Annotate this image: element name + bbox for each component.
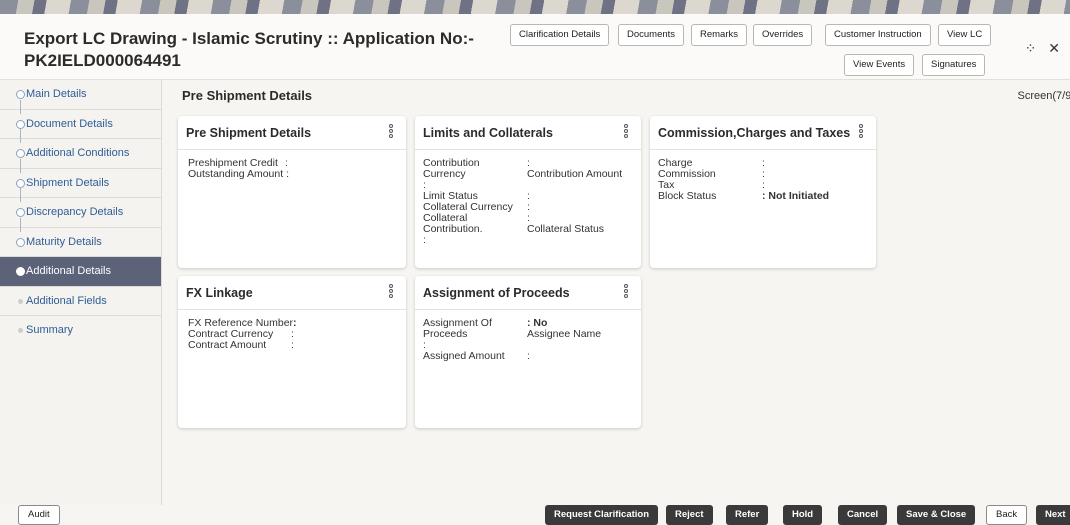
- step-connector: [20, 188, 21, 202]
- block-status-value: : Not Initiated: [762, 190, 830, 202]
- more-options-icon[interactable]: [624, 124, 629, 140]
- close-icon[interactable]: ✕: [1048, 40, 1060, 56]
- step-check-icon: [16, 119, 25, 129]
- sidebar-nav: Main Details Document Details Additional…: [0, 80, 162, 505]
- field-label: Assigned Amount: [423, 350, 505, 362]
- overrides-button[interactable]: Overrides: [753, 24, 813, 46]
- more-options-icon[interactable]: [389, 124, 394, 140]
- page-header: Export LC Drawing - Islamic Scrutiny :: …: [0, 14, 1070, 80]
- field-label: Contribution Amount: [527, 168, 623, 180]
- sidebar-item-shipment-details[interactable]: Shipment Details: [0, 158, 161, 198]
- step-pending-icon: [18, 328, 23, 333]
- step-connector: [20, 158, 21, 173]
- step-connector: [20, 99, 21, 114]
- sidebar-item-additional-details[interactable]: Additional Details: [0, 257, 161, 287]
- window-controls: ⁘ ✕: [1017, 40, 1060, 57]
- step-check-icon: [16, 149, 25, 158]
- sidebar-item-label: Additional Fields: [26, 294, 107, 307]
- step-current-icon: [16, 267, 25, 276]
- screen-counter: Screen(7/9): [1017, 90, 1070, 102]
- next-button[interactable]: Next: [1036, 505, 1070, 525]
- field-label: Collateral Status: [527, 223, 605, 235]
- fx-linkage-card: FX Linkage FX Reference Number: Contract…: [178, 276, 406, 428]
- field-label: Contract Amount: [188, 339, 267, 351]
- assignment-of-proceeds-card: Assignment of Proceeds Assignment Of : N…: [415, 276, 641, 428]
- refer-button[interactable]: Refer: [726, 505, 769, 525]
- limits-collaterals-card: Limits and Collaterals Contribution : Cu…: [415, 116, 641, 268]
- field-label: Block Status: [658, 190, 717, 202]
- step-check-icon: [16, 208, 25, 217]
- sidebar-item-summary[interactable]: Summary: [0, 316, 161, 346]
- field-label: Proceeds: [423, 328, 468, 340]
- sidebar-item-additional-fields[interactable]: Additional Fields: [0, 287, 161, 316]
- sidebar-item-label: Discrepancy Details: [26, 206, 124, 218]
- sidebar-item-label: Additional Details: [26, 265, 111, 277]
- sidebar-item-additional-conditions[interactable]: Additional Conditions: [0, 129, 161, 169]
- view-events-button[interactable]: View Events: [844, 54, 915, 76]
- field-label: Assignee Name: [527, 328, 602, 340]
- card-title: Limits and Collaterals: [423, 126, 553, 140]
- field-colon: :: [291, 339, 294, 351]
- sidebar-item-main-details[interactable]: Main Details: [0, 80, 161, 110]
- more-options-icon[interactable]: [389, 284, 394, 300]
- step-check-icon: [16, 178, 25, 188]
- step-check-icon: [16, 237, 25, 247]
- commission-charges-taxes-card: Commission,Charges and Taxes Charge : Co…: [650, 116, 876, 268]
- card-title: Pre Shipment Details: [186, 126, 312, 140]
- field-colon: :: [423, 234, 426, 246]
- sidebar-item-document-details[interactable]: Document Details: [0, 99, 161, 139]
- pre-shipment-card: Pre Shipment Details Preshipment Credit …: [178, 116, 406, 268]
- card-title: Commission,Charges and Taxes: [658, 126, 851, 140]
- sidebar-item-label: Summary: [26, 324, 74, 336]
- page-title: Export LC Drawing - Islamic Scrutiny :: …: [24, 28, 494, 72]
- clarification-details-button[interactable]: Clarification Details: [510, 24, 610, 46]
- page-title-line1: Export LC Drawing - Islamic Scrutiny :: …: [24, 29, 474, 48]
- main-content: Pre Shipment Details Screen(7/9) Pre Shi…: [170, 80, 1070, 505]
- field-label: Outstanding Amount :: [188, 168, 289, 180]
- signatures-button[interactable]: Signatures: [922, 54, 986, 76]
- section-title: Pre Shipment Details: [182, 88, 313, 103]
- reject-button[interactable]: Reject: [666, 505, 713, 525]
- step-check-icon: [16, 90, 25, 99]
- sidebar-item-maturity-details[interactable]: Maturity Details: [0, 217, 161, 257]
- step-connector: [20, 129, 21, 143]
- hold-button[interactable]: Hold: [783, 505, 823, 525]
- card-title: Assignment of Proceeds: [423, 286, 570, 300]
- sidebar-item-label: Main Details: [26, 88, 87, 100]
- save-close-button[interactable]: Save & Close: [897, 505, 976, 525]
- sidebar-item-label: Maturity Details: [26, 235, 102, 248]
- sidebar-item-label: Additional Conditions: [26, 147, 130, 159]
- field-colon: :: [527, 350, 530, 362]
- step-pending-icon: [18, 298, 23, 304]
- request-clarification-button[interactable]: Request Clarification: [545, 505, 659, 525]
- audit-button[interactable]: Audit: [18, 505, 60, 525]
- more-options-icon[interactable]: [859, 124, 864, 140]
- field-label: Currency: [423, 168, 466, 180]
- customer-instruction-button[interactable]: Customer Instruction: [825, 24, 931, 46]
- cancel-button[interactable]: Cancel: [838, 505, 888, 525]
- view-lc-button[interactable]: View LC: [938, 24, 992, 46]
- application-number: PK2IELD000064491: [24, 51, 181, 70]
- field-label: Contribution.: [423, 223, 483, 235]
- card-title: FX Linkage: [186, 286, 253, 300]
- more-options-icon[interactable]: [624, 284, 629, 300]
- sidebar-item-label: Shipment Details: [26, 176, 110, 189]
- remarks-button[interactable]: Remarks: [691, 24, 748, 46]
- documents-button[interactable]: Documents: [618, 24, 685, 46]
- sidebar-item-discrepancy-details[interactable]: Discrepancy Details: [0, 188, 161, 228]
- collapse-icon[interactable]: ⁘: [1025, 40, 1037, 56]
- back-button[interactable]: Back: [986, 505, 1028, 525]
- decorative-banner: [0, 0, 1070, 14]
- sidebar-item-label: Document Details: [26, 117, 113, 130]
- step-connector: [20, 217, 21, 232]
